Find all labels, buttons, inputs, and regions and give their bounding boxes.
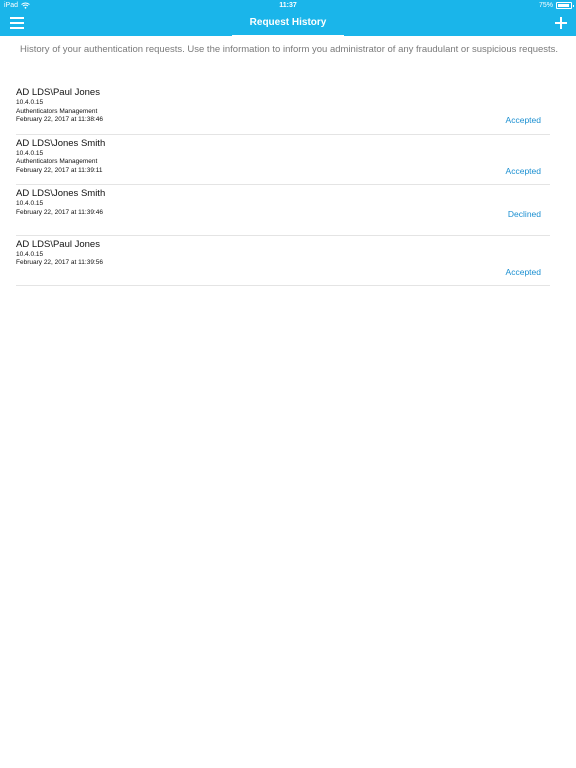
request-row[interactable]: AD LDS\Jones Smith 10.4.0.15 Authenticator…	[16, 135, 550, 185]
request-datetime: February 22, 2017 at 11:39:11	[16, 166, 103, 174]
request-ip: 10.4.0.15	[16, 99, 44, 106]
nav-bar: Request History	[0, 12, 576, 36]
page-title: Request History	[249, 17, 327, 28]
status-bar: iPad 11:37 75%	[0, 0, 576, 12]
request-ip: 10.4.0.15	[16, 250, 44, 258]
title-underline	[232, 35, 344, 37]
battery-icon	[556, 2, 574, 9]
request-row[interactable]: AD LDS\Paul Jones 10.4.0.15 February 22, 2…	[16, 236, 550, 286]
request-status: Accepted	[505, 266, 541, 277]
request-user: AD LDS\Paul Jones	[16, 238, 100, 250]
request-list: AD LDS\Paul Jones 10.4.0.15 Authenticators…	[16, 84, 550, 286]
request-status: Declined	[507, 209, 541, 219]
plus-icon[interactable]	[554, 16, 568, 30]
clock: 11:37	[279, 2, 297, 9]
request-status: Accepted	[505, 115, 541, 125]
request-status: Accepted	[505, 165, 541, 176]
request-datetime: February 22, 2017 at 11:39:46	[16, 208, 103, 216]
request-user: AD LDS\Paul Jones	[16, 87, 100, 98]
status-right: 75%	[538, 2, 574, 9]
request-user: AD LDS\Jones Smith	[16, 137, 106, 149]
battery-percent: 75%	[538, 2, 553, 9]
request-app: Authenticators Management	[16, 107, 98, 115]
request-app: Authenticators Management	[16, 158, 98, 165]
request-ip: 10.4.0.15	[16, 149, 44, 157]
intro-text: History of your authentication requests.…	[20, 44, 559, 55]
request-row[interactable]: AD LDS\Paul Jones 10.4.0.15 Authenticators…	[16, 84, 550, 135]
request-row[interactable]: AD LDS\Jones Smith 10.4.0.15 February 22, …	[16, 185, 550, 236]
request-user: AD LDS\Jones Smith	[16, 188, 106, 199]
request-ip: 10.4.0.15	[16, 200, 44, 207]
request-datetime: February 22, 2017 at 11:39:56	[16, 259, 103, 266]
request-datetime: February 22, 2017 at 11:38:46	[16, 116, 103, 123]
battery-fill	[558, 4, 569, 7]
